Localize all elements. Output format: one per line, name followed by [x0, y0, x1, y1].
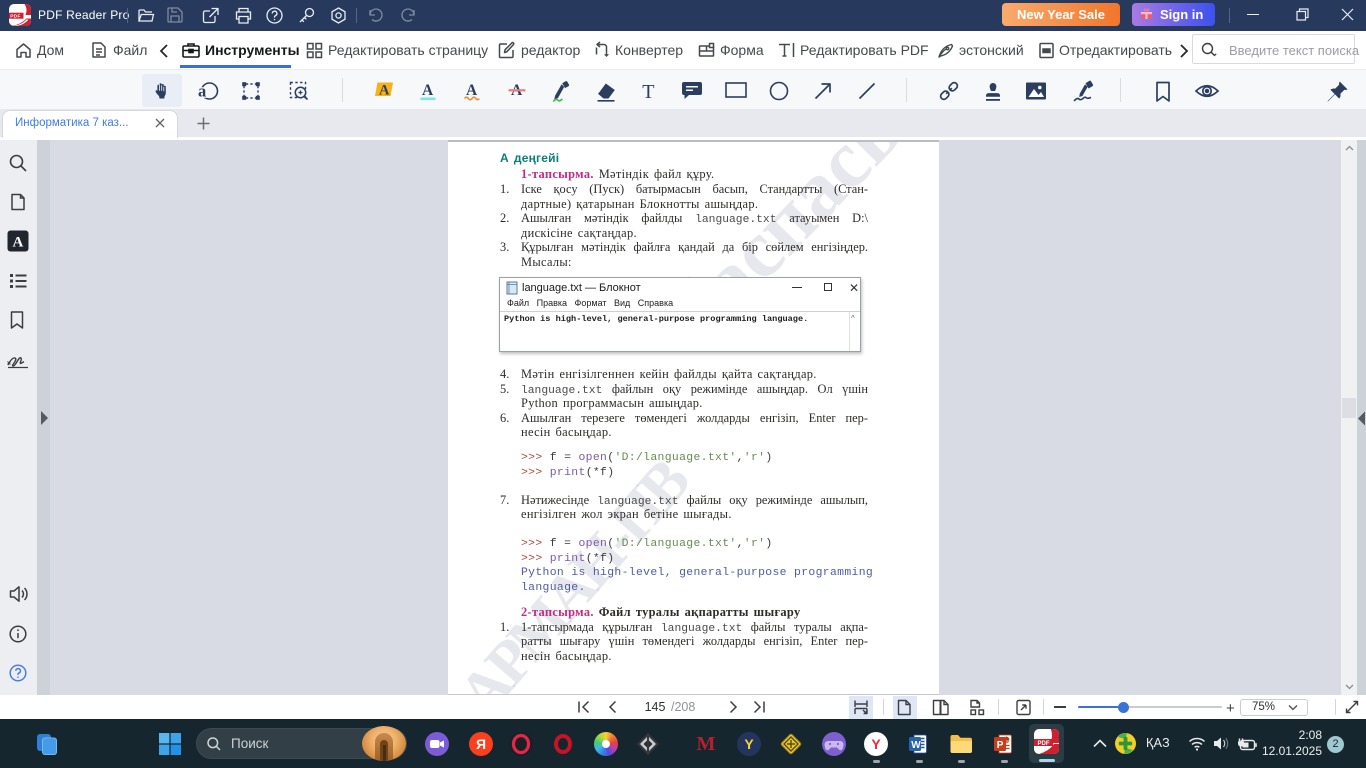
svg-text:A: A: [13, 235, 24, 251]
svg-text:W: W: [911, 740, 921, 751]
svg-text:A: A: [466, 82, 478, 99]
svg-text:A: A: [422, 82, 434, 99]
svg-text:a: a: [198, 82, 206, 101]
svg-text:P: P: [997, 740, 1004, 751]
svg-text:PDF: PDF: [10, 14, 21, 20]
svg-text:T: T: [642, 81, 654, 102]
svg-text:PDF: PDF: [1038, 741, 1050, 747]
